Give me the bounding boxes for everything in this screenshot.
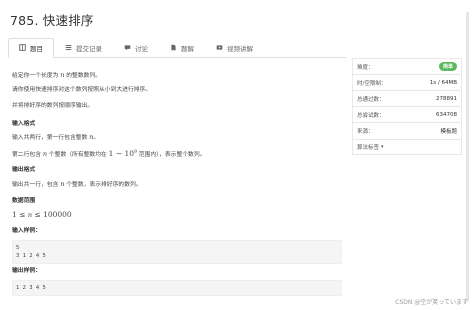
source-label: 来源： [357, 129, 374, 135]
tab-label: 讨论 [135, 45, 148, 53]
data-range-heading: 数据范围 [12, 198, 36, 204]
file-icon [170, 44, 177, 53]
problem-title: 785. 快速排序 [10, 13, 94, 28]
tab-label: 题目 [30, 45, 43, 53]
input-format-heading: 输入格式 [12, 121, 36, 127]
watermark: CSDN @空が笑っています [395, 299, 468, 306]
sample-input-heading: 输入样例： [12, 228, 41, 234]
code-line: 1 2 3 4 5 [16, 285, 46, 291]
statement-line: 并将排好序的数列按顺序输出。 [12, 103, 94, 109]
statement-line: 给定你一个长度为 n 的整数数列。 [12, 71, 102, 79]
book-icon [19, 43, 26, 53]
total-pass-label: 总通过数： [357, 96, 385, 103]
sample-output-heading: 输出样例： [12, 268, 41, 274]
problem-tabs: 题目 提交记录 讨论 题解 视频讲解 [8, 38, 346, 58]
list-icon [65, 44, 72, 53]
difficulty-badge: 简单 [438, 62, 457, 71]
output-format-heading: 输出格式 [12, 167, 36, 173]
tab-problem[interactable]: 题目 [8, 38, 54, 58]
total-try-row: 总尝试数： 634708 [353, 107, 461, 123]
difficulty-row: 难度： 简单 [353, 59, 461, 75]
time-limit-label: 时/空限制： [357, 80, 387, 87]
tab-solutions[interactable]: 题解 [159, 38, 205, 58]
total-pass-value: 278891 [436, 95, 457, 102]
scrollbar[interactable] [466, 12, 469, 302]
statement-line: 输出共一行，包含 n 个整数，表示排好序的数列。 [12, 180, 142, 188]
tab-discussion[interactable]: 讨论 [113, 38, 159, 58]
sample-input-code: 5 3 1 2 4 5 [12, 240, 342, 264]
total-try-label: 总尝试数： [357, 112, 385, 119]
code-line: 5 [16, 245, 20, 251]
tab-submissions[interactable]: 提交记录 [54, 38, 113, 58]
sample-output-code: 1 2 3 4 5 [12, 280, 342, 296]
time-limit-row: 时/空限制： 1s / 64MB [353, 75, 461, 91]
total-pass-row: 总通过数： 278891 [353, 91, 461, 107]
tab-label: 视频讲解 [227, 45, 253, 53]
source-value[interactable]: 模板题 [440, 127, 457, 135]
data-range-formula: 1 ≤ n ≤ 100000 [12, 210, 72, 219]
algorithm-tags[interactable]: 算法标签 ▾ [352, 139, 462, 155]
source-row: 来源： 模板题 [353, 123, 461, 139]
comment-icon [124, 44, 131, 53]
caret-down-icon: ▾ [381, 144, 384, 150]
statement-line: 输入共两行，第一行包含整数 n。 [12, 133, 100, 141]
video-icon [216, 44, 223, 53]
difficulty-label: 难度： [357, 64, 374, 71]
total-try-value: 634708 [436, 111, 457, 118]
code-line: 3 1 2 4 5 [16, 253, 46, 259]
time-limit-value: 1s / 64MB [429, 79, 457, 86]
statement-line: 请你使用快速排序对这个数列按照从小到大进行排序。 [12, 87, 152, 93]
tab-label: 提交记录 [76, 45, 102, 53]
tab-video[interactable]: 视频讲解 [205, 38, 264, 58]
problem-info-panel: 难度： 简单 时/空限制： 1s / 64MB 总通过数： 278891 总尝试… [352, 58, 462, 140]
algorithm-tags-label: 算法标签 [357, 145, 380, 151]
tab-label: 题解 [181, 45, 194, 53]
statement-line: 第二行包含 n 个整数（所有整数均在 1 ∼ 109 范围内），表示整个数列。 [12, 149, 206, 158]
